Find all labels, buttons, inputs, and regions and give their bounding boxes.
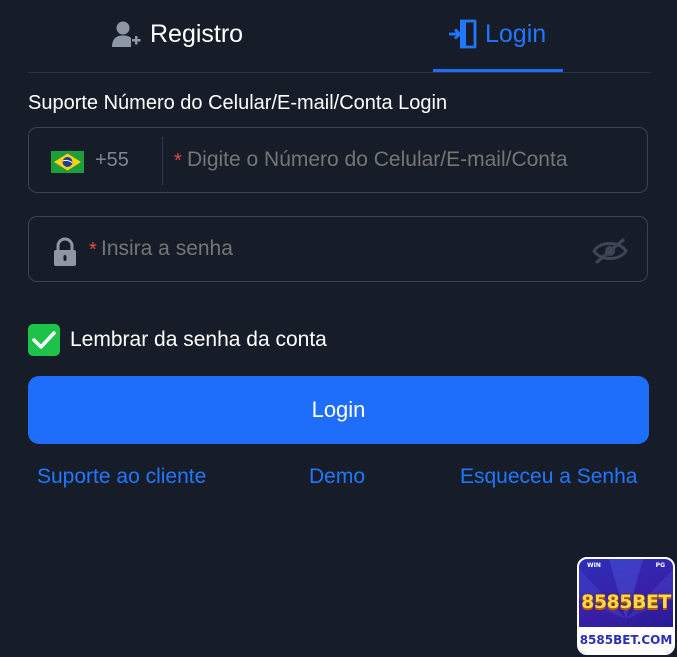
badge-brand-logo: 8585BET — [581, 591, 671, 613]
support-heading: Suporte Número do Celular/E-mail/Conta L… — [28, 92, 448, 114]
forgot-password-link[interactable]: Esqueceu a Senha — [460, 465, 637, 489]
country-code-select[interactable]: +55 — [95, 149, 129, 172]
tab-register-label: Registro — [150, 19, 244, 48]
field-divider — [162, 137, 163, 185]
tab-register[interactable]: Registro — [112, 14, 243, 54]
password-input[interactable] — [101, 237, 541, 261]
customer-support-link[interactable]: Suporte ao cliente — [37, 465, 206, 489]
user-plus-icon — [112, 21, 141, 47]
auth-tabs: Registro Login — [28, 0, 650, 73]
brazil-flag-icon — [51, 151, 84, 173]
remember-checkbox[interactable] — [28, 324, 60, 356]
lock-icon — [54, 237, 76, 266]
tab-login-label: Login — [485, 19, 547, 48]
badge-mini-left: WIN — [587, 562, 601, 569]
tab-login[interactable]: Login — [449, 14, 546, 54]
account-field[interactable]: +55 * — [28, 127, 648, 193]
active-tab-indicator — [433, 69, 563, 72]
badge-mini-right: PG — [655, 562, 665, 569]
login-button[interactable]: Login — [28, 376, 649, 444]
remember-password[interactable]: Lembrar da senha da conta — [28, 324, 327, 356]
badge-domain: 8585BET.COM — [579, 627, 673, 653]
demo-link[interactable]: Demo — [309, 465, 365, 489]
remember-label: Lembrar da senha da conta — [70, 328, 327, 351]
checkmark-icon — [32, 331, 56, 349]
required-mark: * — [174, 150, 182, 172]
brand-badge[interactable]: WIN PG 8585BET 8585BET.COM — [577, 557, 675, 655]
account-input[interactable] — [187, 148, 627, 172]
required-mark: * — [89, 239, 97, 261]
password-field[interactable]: * — [28, 216, 648, 282]
eye-off-icon[interactable] — [592, 238, 628, 264]
login-door-icon — [449, 19, 477, 49]
login-panel: Registro Login Suporte Número do Celular… — [0, 0, 677, 657]
